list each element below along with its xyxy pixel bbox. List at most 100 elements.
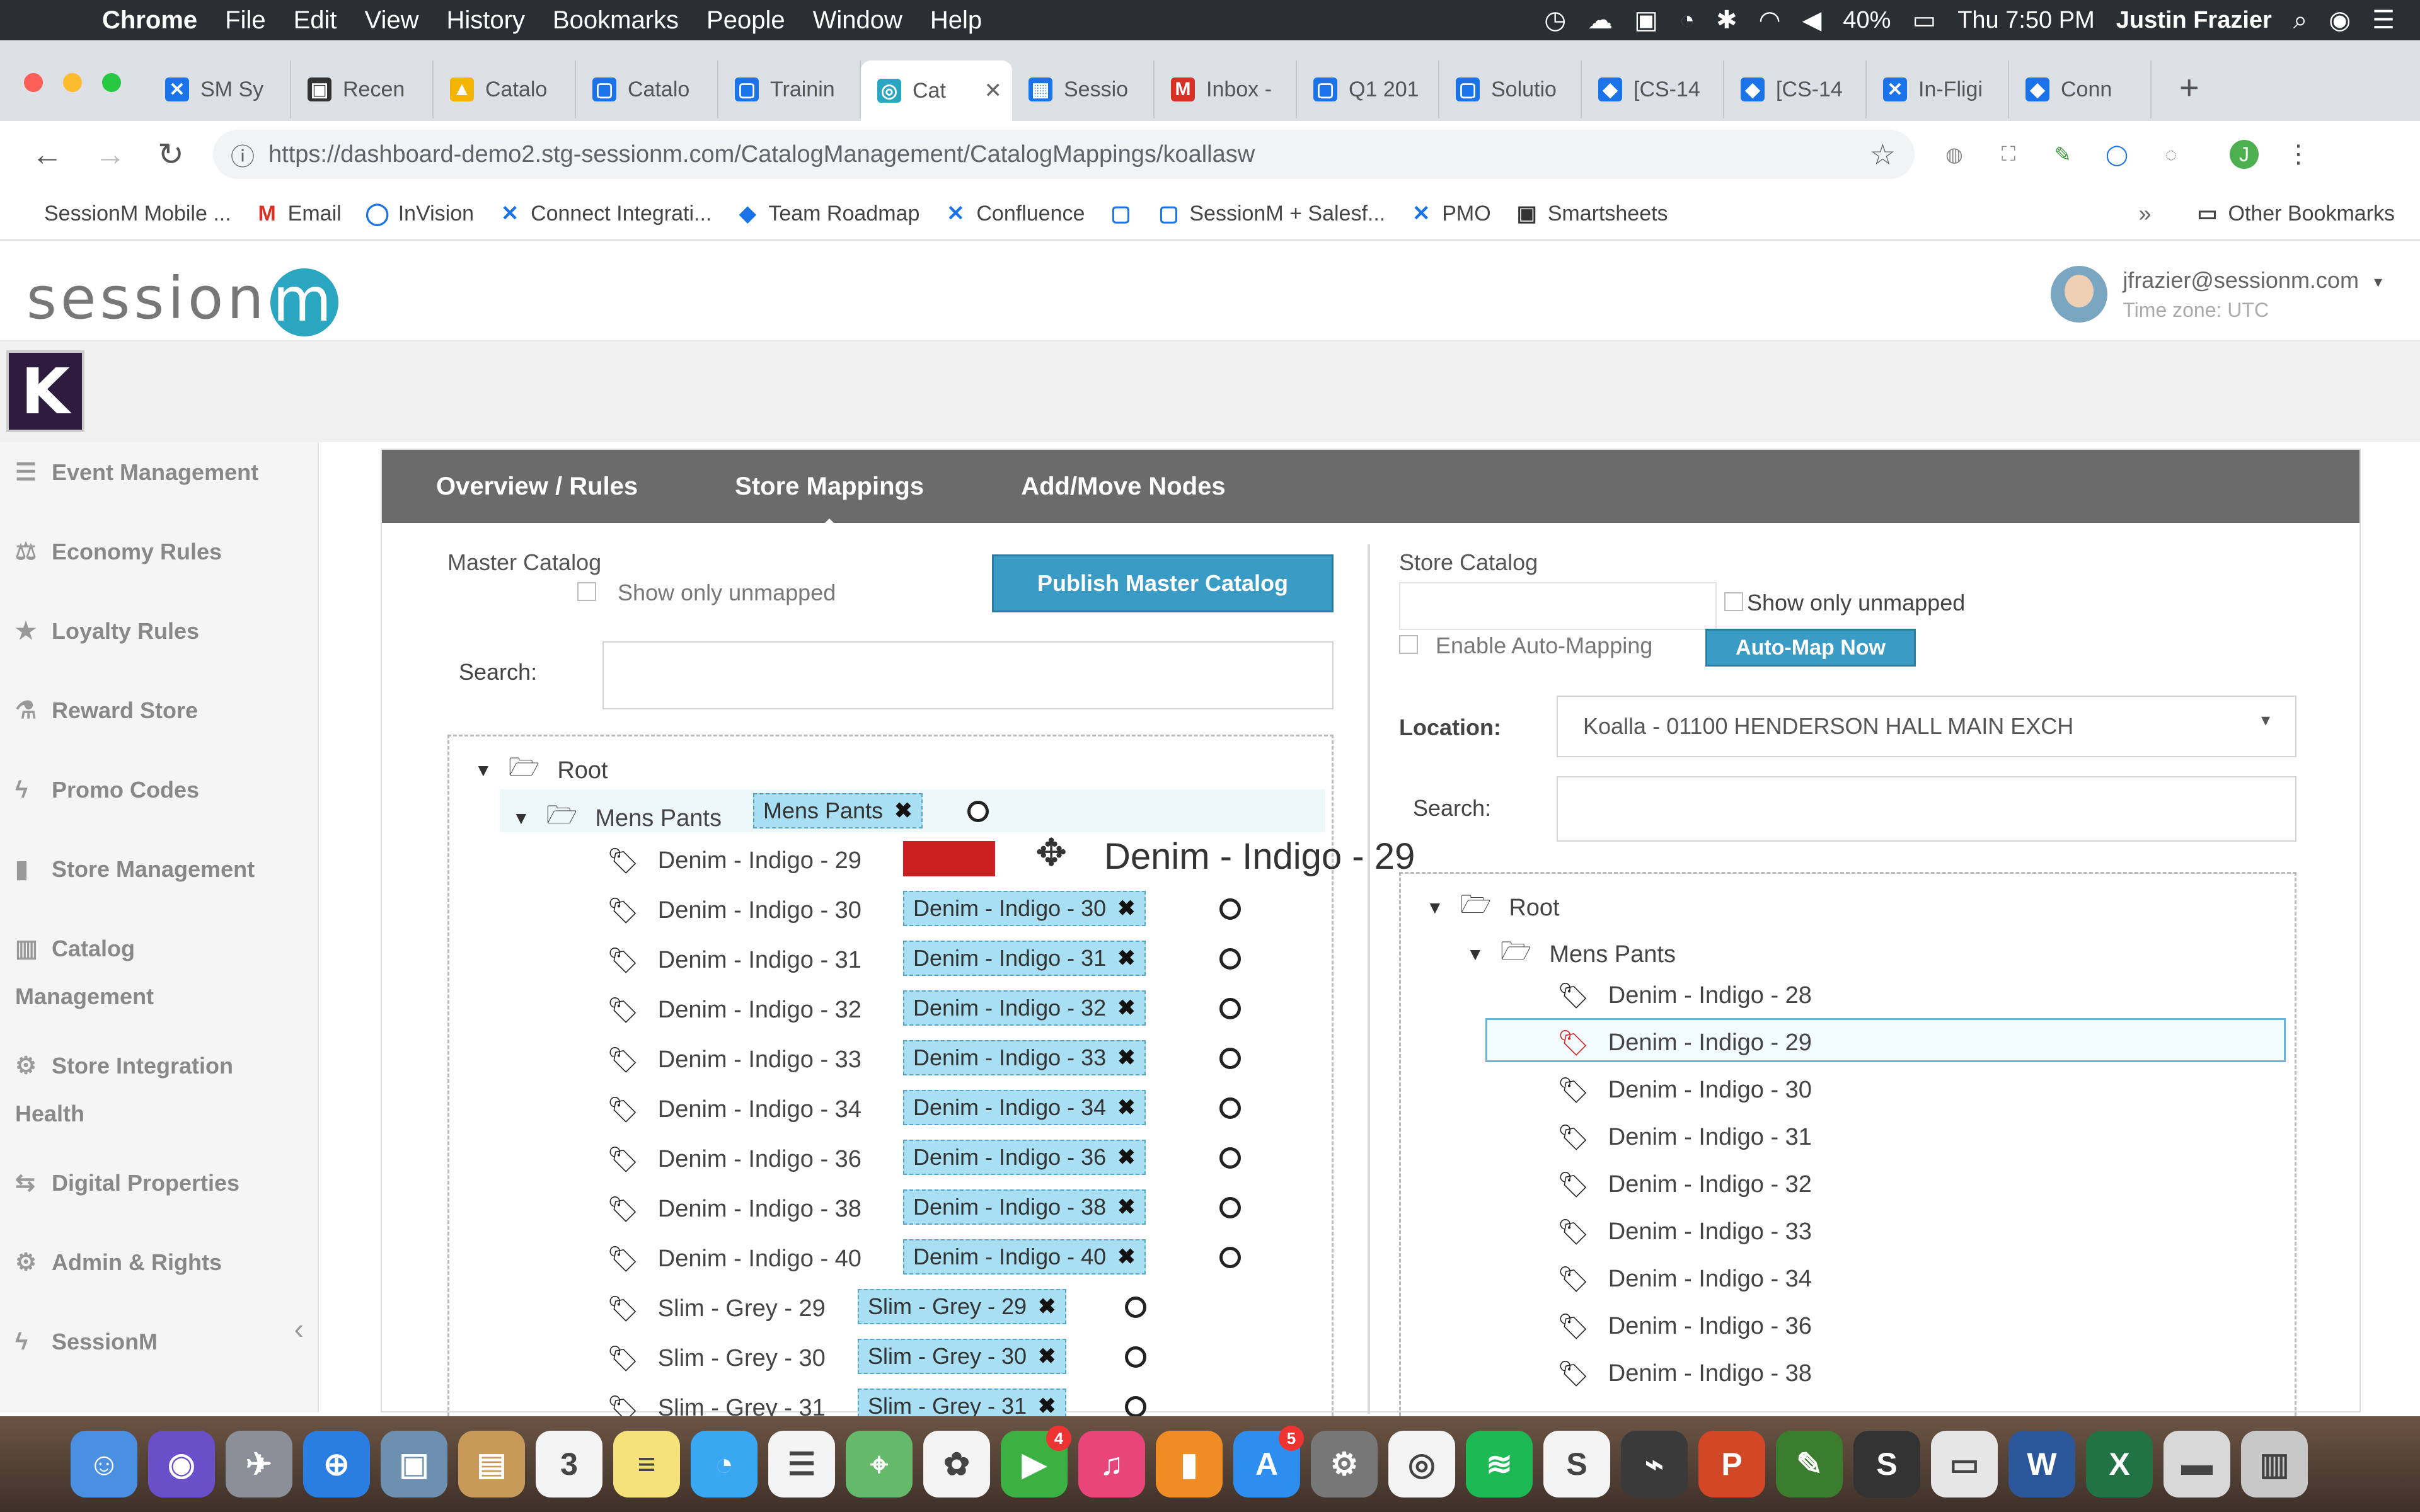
volume-icon[interactable]: ◀ [1802, 6, 1822, 35]
other-bookmarks[interactable]: ▭ Other Bookmarks [2195, 202, 2395, 226]
siri-icon[interactable]: ◉ [2329, 6, 2351, 35]
evernote-extension-icon[interactable]: ✎ [2048, 140, 2077, 169]
user-menu[interactable]: jfrazier@sessionm.com Time zone: UTC ▾ [2051, 266, 2382, 323]
sidebar-item[interactable]: ⇆ Digital Properties [15, 1159, 239, 1207]
bookmark-item[interactable]: ▢ SessionM + Salesf... [1156, 202, 1385, 226]
tree-item[interactable]: 🏷 Denim - Indigo - 36 [607, 1145, 861, 1174]
expand-triangle-icon[interactable]: ▼ [512, 808, 530, 828]
expand-triangle-icon[interactable]: ▼ [1426, 898, 1444, 918]
sidebar-item[interactable]: ☰ Event Management [15, 449, 258, 496]
tree-item[interactable]: 🏷 Denim - Indigo - 32 [1557, 1170, 1812, 1200]
dock-word-icon[interactable]: W [2008, 1431, 2075, 1498]
dock-itunes-icon[interactable]: ♫ [1078, 1431, 1145, 1498]
tree-item[interactable]: 🏷 Denim - Indigo - 34 [1557, 1264, 1812, 1294]
tree-item[interactable]: 🏷 Denim - Indigo - 36 [1557, 1312, 1812, 1341]
close-window-button[interactable] [24, 73, 43, 92]
dock-folder-icon[interactable]: ▭ [1931, 1431, 1998, 1498]
tree-item[interactable]: 🏷 Denim - Indigo - 38 [1557, 1359, 1812, 1389]
menu-window[interactable]: Window [813, 6, 902, 35]
tree-item[interactable]: 🏷 Denim - Indigo - 31 [1557, 1123, 1812, 1152]
dock-calendar-icon[interactable]: 3 [536, 1431, 602, 1498]
unmap-circle-icon[interactable] [1219, 1048, 1241, 1069]
reload-icon[interactable]: ↻ [158, 136, 189, 173]
mapping-chip[interactable]: Denim - Indigo - 34 ✖ [903, 1090, 1146, 1125]
menu-view[interactable]: View [365, 6, 419, 35]
clock[interactable]: Thu 7:50 PM [1957, 7, 2095, 34]
store-show-unmapped-label[interactable]: Show only unmapped [1747, 590, 1965, 616]
browser-tab[interactable]: ◆ [CS-14 [1582, 60, 1724, 118]
dock-system-preferences-icon[interactable]: ⚙ [1311, 1431, 1378, 1498]
dock-siri-icon[interactable]: ◉ [148, 1431, 215, 1498]
browser-tab[interactable]: ◆ [CS-14 [1724, 60, 1867, 118]
caret-down-icon[interactable]: ▾ [2374, 272, 2382, 292]
bookmark-item[interactable]: ◆ Team Roadmap [735, 202, 919, 226]
collapse-sidebar-icon[interactable]: ‹ [294, 1312, 304, 1346]
remove-mapping-icon[interactable]: ✖ [1117, 995, 1136, 1021]
remove-mapping-icon[interactable]: ✖ [1117, 1194, 1136, 1220]
sidebar-item[interactable]: ⚖ Economy Rules [15, 528, 222, 576]
remove-mapping-icon[interactable]: ✖ [1117, 1145, 1136, 1170]
dock-spotify-icon[interactable]: ≋ [1466, 1431, 1533, 1498]
tree-item[interactable]: 🏷 Slim - Grey - 29 [607, 1294, 826, 1324]
menu-app-name[interactable]: Chrome [102, 6, 197, 35]
cloud-icon[interactable]: ☁ [1587, 6, 1613, 35]
dock-trash-icon[interactable]: ▥ [2241, 1431, 2308, 1498]
bookmark-item[interactable]: ✕ Confluence [943, 202, 1085, 226]
remove-mapping-icon[interactable]: ✖ [1117, 1045, 1136, 1070]
mapping-chip[interactable]: Denim - Indigo - 31 ✖ [903, 941, 1146, 976]
tree-item[interactable]: 🏷 Denim - Indigo - 28 [1557, 981, 1812, 1011]
remove-mapping-icon[interactable]: ✖ [1038, 1344, 1056, 1369]
tree-item[interactable]: 🏷 Denim - Indigo - 32 [607, 995, 861, 1025]
dock-app-store-icon[interactable]: A5 [1233, 1426, 1304, 1498]
menu-help[interactable]: Help [930, 6, 982, 35]
unmap-circle-icon[interactable] [967, 801, 989, 822]
master-show-unmapped-label[interactable]: Show only unmapped [618, 580, 836, 606]
enable-auto-mapping-checkbox[interactable] [1399, 635, 1418, 654]
new-tab-button[interactable]: + [2179, 68, 2199, 107]
browser-tab[interactable]: ▲ Catalo [434, 60, 576, 118]
dock-powerpoint-icon[interactable]: P [1698, 1431, 1765, 1498]
dock-notes-icon[interactable]: ≡ [613, 1431, 680, 1498]
dock-safari-icon[interactable]: ⊕ [303, 1431, 370, 1498]
tab-add-move-nodes[interactable]: Add/Move Nodes [1021, 472, 1225, 501]
expand-triangle-icon[interactable]: ▼ [475, 760, 492, 781]
unmap-circle-icon[interactable] [1219, 898, 1241, 920]
unmap-circle-icon[interactable] [1125, 1297, 1146, 1318]
browser-tab[interactable]: ▢ Trainin [718, 60, 861, 118]
dock-acrobat-icon[interactable]: ⌁ [1621, 1431, 1688, 1498]
tab-overview-rules[interactable]: Overview / Rules [436, 472, 638, 501]
sidebar-item[interactable]: ϟ SessionM [15, 1318, 158, 1366]
bookmark-item[interactable]: ▣ Smartsheets [1515, 202, 1668, 226]
dock-sublime-icon[interactable]: S [1853, 1431, 1920, 1498]
tree-item[interactable]: 🏷 Denim - Indigo - 29 [607, 846, 861, 876]
auto-map-now-button[interactable]: Auto-Map Now [1705, 629, 1916, 667]
browser-tab[interactable]: ▦ Sessio [1012, 60, 1155, 118]
address-bar[interactable]: ⓘ https://dashboard-demo2.stg-sessionm.c… [213, 130, 1915, 179]
unmap-circle-icon[interactable] [1219, 948, 1241, 970]
dock-messages-icon[interactable]: ◔ [691, 1431, 758, 1498]
battery-percent[interactable]: 40% [1843, 7, 1891, 34]
dock-photos-icon[interactable]: ✿ [923, 1431, 990, 1498]
store-show-unmapped-checkbox[interactable] [1724, 592, 1743, 611]
mapping-chip[interactable]: Denim - Indigo - 38 ✖ [903, 1189, 1146, 1225]
user-name[interactable]: Justin Frazier [2116, 7, 2272, 34]
master-show-unmapped-checkbox[interactable] [577, 582, 596, 601]
url-text[interactable]: https://dashboard-demo2.stg-sessionm.com… [268, 141, 1255, 168]
user-email[interactable]: jfrazier@sessionm.com [2123, 267, 2359, 294]
sessionm-logo[interactable]: sessionm [26, 265, 338, 336]
mapping-chip[interactable]: Denim - Indigo - 40 ✖ [903, 1239, 1146, 1274]
dock-excel-icon[interactable]: X [2086, 1431, 2153, 1498]
sidebar-item[interactable]: ⚙ Store Integration Health [15, 1042, 233, 1138]
dock-slack-s-icon[interactable]: S [1543, 1431, 1610, 1498]
sidebar-item[interactable]: ▮ Store Management [15, 845, 255, 893]
dock-evernote-icon[interactable]: ✎ [1776, 1431, 1843, 1498]
browser-tab[interactable]: ✕ In-Fligi [1867, 60, 2009, 118]
store-filter-input[interactable] [1399, 582, 1717, 630]
tree-root[interactable]: ▼ 🗁 Root [475, 749, 608, 792]
location-select[interactable]: Koalla - 01100 HENDERSON HALL MAIN EXCH … [1557, 696, 2296, 757]
bookmark-item[interactable]: SessionM Mobile ... [44, 202, 231, 226]
back-icon[interactable]: ← [32, 136, 63, 173]
more-bookmarks-icon[interactable]: » [2138, 200, 2151, 227]
dock-books-icon[interactable]: ▮ [1156, 1431, 1223, 1498]
browser-tab[interactable]: ▢ Solutio [1439, 60, 1582, 118]
